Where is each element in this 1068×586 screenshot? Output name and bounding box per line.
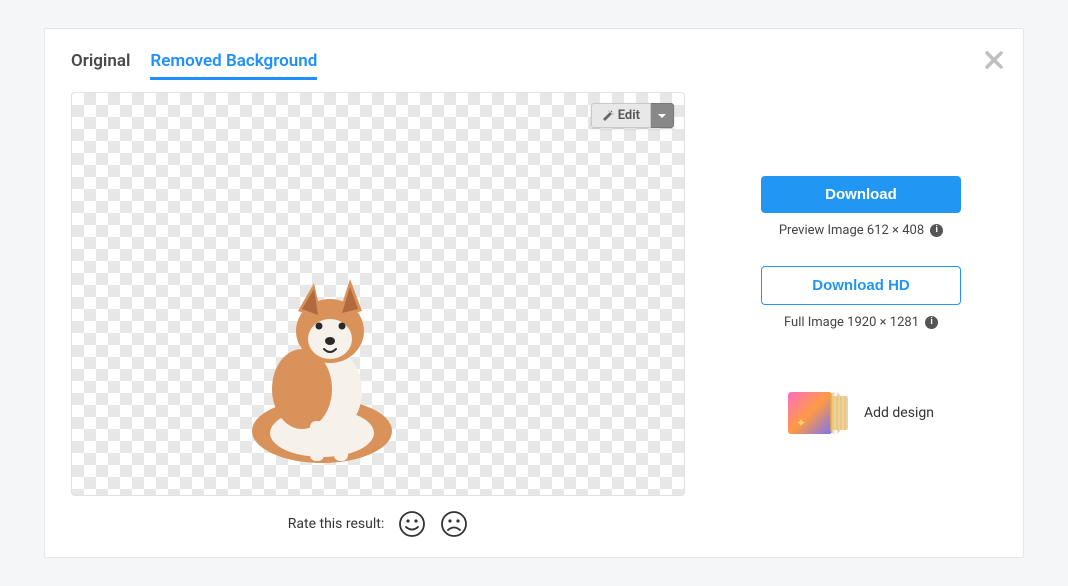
download-hd-button[interactable]: Download HD: [761, 266, 961, 305]
preview-size-label: Preview Image 612 × 408: [779, 223, 924, 238]
close-button[interactable]: [985, 49, 1003, 73]
frown-icon: [440, 510, 468, 538]
caret-down-icon: [657, 111, 667, 121]
wand-icon: [602, 110, 614, 122]
info-icon[interactable]: i: [925, 316, 938, 329]
rate-label: Rate this result:: [288, 516, 384, 532]
side-panel: Download Preview Image 612 × 408 i Downl…: [725, 92, 997, 538]
add-design-button[interactable]: ✦ Add design: [788, 392, 934, 434]
rate-row: Rate this result:: [71, 510, 685, 538]
full-size-label: Full Image 1920 × 1281: [784, 315, 919, 330]
content-row: Edit: [71, 92, 997, 538]
smile-icon: [398, 510, 426, 538]
info-icon[interactable]: i: [930, 224, 943, 237]
tab-original[interactable]: Original: [71, 51, 130, 80]
result-image: [222, 271, 422, 471]
rate-bad-button[interactable]: [440, 510, 468, 538]
edit-button-label: Edit: [618, 108, 640, 123]
download-button[interactable]: Download: [761, 176, 961, 213]
preview-column: Edit: [71, 92, 685, 538]
tab-removed-background[interactable]: Removed Background: [150, 51, 317, 80]
preview-size-text: Preview Image 612 × 408 i: [779, 223, 943, 238]
edit-button[interactable]: Edit: [591, 103, 651, 128]
tabs: Original Removed Background: [71, 51, 997, 80]
result-card: Original Removed Background Edit: [44, 28, 1024, 558]
edit-button-group: Edit: [591, 103, 674, 128]
preview-canvas: Edit: [71, 92, 685, 496]
rate-good-button[interactable]: [398, 510, 426, 538]
edit-dropdown-button[interactable]: [651, 103, 674, 128]
close-icon: [985, 51, 1003, 69]
full-size-text: Full Image 1920 × 1281 i: [784, 315, 938, 330]
add-design-label: Add design: [864, 405, 934, 421]
design-thumbnail-icon: ✦: [788, 392, 852, 434]
